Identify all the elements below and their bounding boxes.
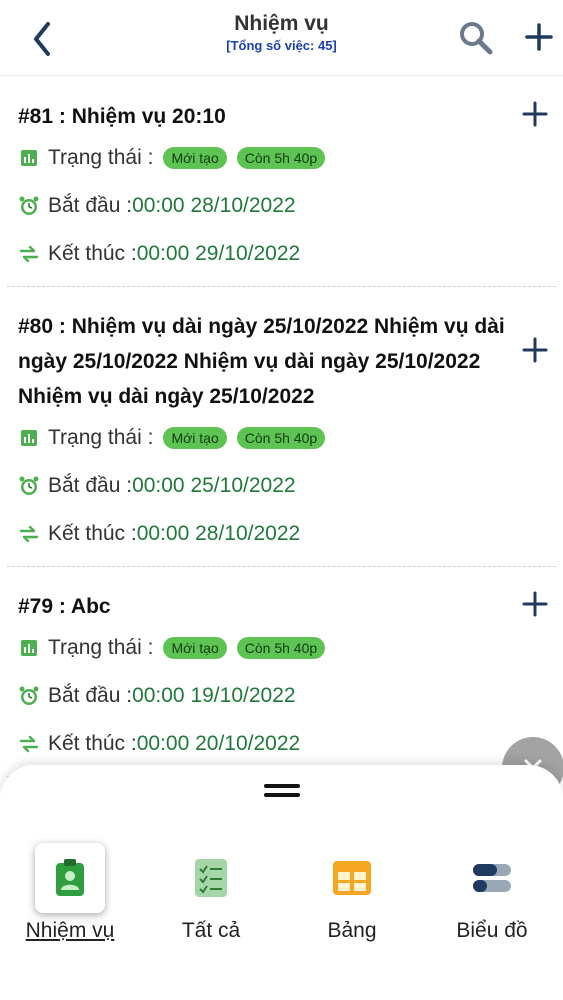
nav-label: Nhiệm vụ bbox=[25, 919, 115, 942]
start-row: Bắt đầu : 00:00 19/10/2022 bbox=[18, 672, 538, 720]
time-remaining-badge: Còn 5h 40p bbox=[236, 147, 326, 169]
status-badge: Mới tạo bbox=[163, 427, 227, 449]
start-value: 00:00 25/10/2022 bbox=[132, 474, 296, 497]
task-add-button[interactable] bbox=[520, 99, 550, 129]
search-icon bbox=[460, 22, 493, 55]
nav-item-chart[interactable]: Biểu đồ bbox=[432, 843, 552, 943]
nav-item-table[interactable]: Bảng bbox=[292, 843, 412, 943]
status-row: Trạng thái : Mới tạo Còn 5h 40p bbox=[18, 414, 538, 462]
status-label: Trạng thái : bbox=[48, 426, 154, 449]
alarm-clock-icon bbox=[18, 475, 40, 497]
bottom-sheet: Nhiệm vụ Tất cả Bảng Biểu đồ bbox=[0, 765, 563, 1000]
start-value: 00:00 28/10/2022 bbox=[132, 194, 296, 217]
task-title: #81 : Nhiệm vụ 20:10 bbox=[18, 105, 226, 128]
end-row: Kết thúc : 00:00 28/10/2022 bbox=[18, 510, 538, 558]
end-row: Kết thúc : 00:00 29/10/2022 bbox=[18, 230, 538, 278]
swap-arrows-icon bbox=[18, 733, 40, 755]
app-header: Nhiệm vụ [Tổng số việc: 45] bbox=[0, 0, 563, 76]
start-row: Bắt đầu : 00:00 25/10/2022 bbox=[18, 462, 538, 510]
end-label: Kết thúc : bbox=[48, 732, 137, 755]
nav-label: Biểu đồ bbox=[456, 919, 528, 942]
toggle-chart-icon bbox=[473, 864, 511, 892]
alarm-clock-icon bbox=[18, 685, 40, 707]
start-label: Bắt đầu : bbox=[48, 684, 133, 707]
status-row: Trạng thái : Mới tạo Còn 5h 40p bbox=[18, 624, 538, 672]
status-badge: Mới tạo bbox=[163, 147, 227, 169]
task-list: #81 : Nhiệm vụ 20:10 Trạng thái : Mới tạ… bbox=[0, 77, 563, 777]
task-title: #79 : Abc bbox=[18, 595, 111, 618]
nav-label: Bảng bbox=[327, 919, 377, 942]
swap-arrows-icon bbox=[18, 523, 40, 545]
task-title: #80 : Nhiệm vụ dài ngày 25/10/2022 Nhiệm… bbox=[18, 315, 505, 408]
table-icon bbox=[333, 861, 371, 895]
bar-chart-icon bbox=[18, 637, 40, 659]
task-add-button[interactable] bbox=[520, 589, 550, 619]
end-label: Kết thúc : bbox=[48, 522, 137, 545]
task-card[interactable]: #81 : Nhiệm vụ 20:10 Trạng thái : Mới tạ… bbox=[7, 77, 556, 287]
clipboard-user-icon bbox=[56, 859, 84, 896]
back-button[interactable] bbox=[26, 18, 60, 60]
search-button[interactable] bbox=[458, 20, 494, 56]
nav-label: Tất cả bbox=[181, 919, 241, 942]
end-value: 00:00 28/10/2022 bbox=[136, 522, 301, 545]
start-row: Bắt đầu : 00:00 28/10/2022 bbox=[18, 182, 538, 230]
time-remaining-badge: Còn 5h 40p bbox=[236, 427, 326, 449]
checklist-icon bbox=[195, 859, 227, 897]
end-value: 00:00 29/10/2022 bbox=[136, 242, 301, 265]
status-badge: Mới tạo bbox=[163, 637, 227, 659]
drag-handle[interactable] bbox=[264, 784, 300, 800]
plus-icon bbox=[522, 591, 548, 617]
add-task-button[interactable] bbox=[523, 20, 555, 54]
time-remaining-badge: Còn 5h 40p bbox=[236, 637, 326, 659]
start-label: Bắt đầu : bbox=[48, 474, 133, 497]
start-value: 00:00 19/10/2022 bbox=[132, 684, 296, 707]
chevron-left-icon bbox=[34, 22, 50, 56]
end-label: Kết thúc : bbox=[48, 242, 137, 265]
bar-chart-icon bbox=[18, 427, 40, 449]
plus-icon bbox=[522, 101, 548, 127]
end-row: Kết thúc : 00:00 20/10/2022 bbox=[18, 720, 538, 768]
swap-arrows-icon bbox=[18, 243, 40, 265]
alarm-clock-icon bbox=[18, 195, 40, 217]
task-card[interactable]: #79 : Abc Trạng thái : Mới tạo Còn 5h 40… bbox=[7, 567, 556, 777]
bar-chart-icon bbox=[18, 147, 40, 169]
status-row: Trạng thái : Mới tạo Còn 5h 40p bbox=[18, 134, 538, 182]
nav-item-all[interactable]: Tất cả bbox=[151, 843, 271, 943]
plus-icon bbox=[522, 337, 548, 363]
plus-icon bbox=[525, 23, 553, 51]
task-card[interactable]: #80 : Nhiệm vụ dài ngày 25/10/2022 Nhiệm… bbox=[7, 287, 556, 567]
nav-item-tasks[interactable]: Nhiệm vụ bbox=[10, 843, 130, 943]
task-add-button[interactable] bbox=[520, 335, 550, 365]
start-label: Bắt đầu : bbox=[48, 194, 133, 217]
end-value: 00:00 20/10/2022 bbox=[136, 732, 301, 755]
status-label: Trạng thái : bbox=[48, 146, 154, 169]
status-label: Trạng thái : bbox=[48, 636, 154, 659]
